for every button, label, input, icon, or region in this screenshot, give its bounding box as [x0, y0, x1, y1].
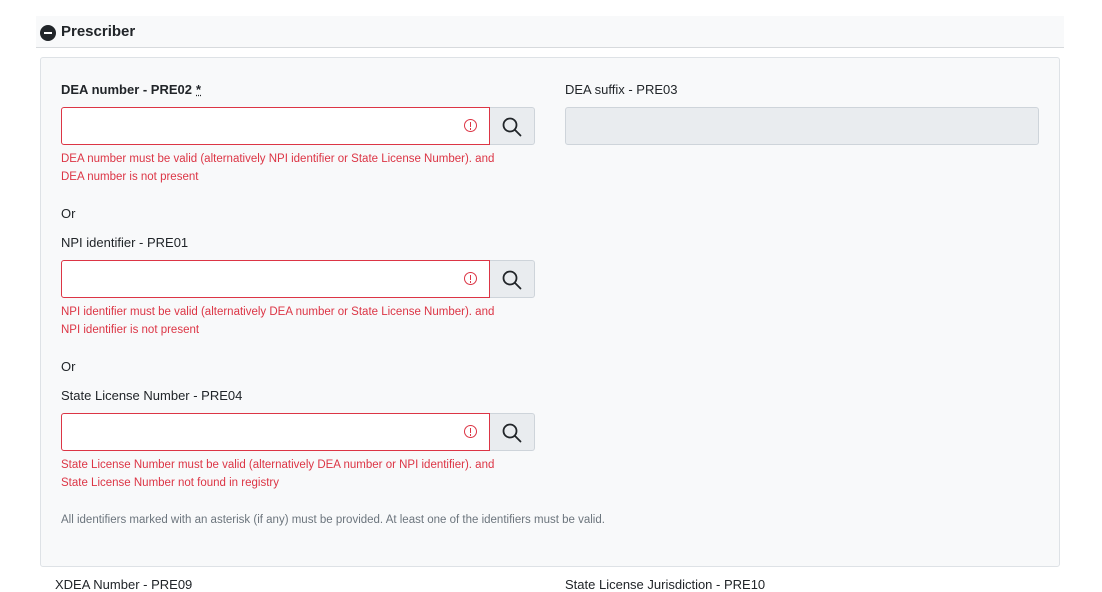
search-icon [502, 117, 522, 137]
npi-error-line-1: NPI identifier must be valid (alternativ… [61, 306, 495, 318]
npi-search-button[interactable] [490, 260, 535, 298]
npi-identifier-input[interactable] [61, 260, 490, 298]
npi-error-message: NPI identifier must be valid (alternativ… [61, 303, 531, 339]
identifiers-hint: All identifiers marked with an asterisk … [61, 514, 605, 526]
section-title: Prescriber [61, 23, 136, 40]
state-license-error-line-1: State License Number must be valid (alte… [61, 459, 495, 471]
dea-number-input[interactable] [61, 107, 490, 145]
minus-circle-icon[interactable] [40, 25, 56, 41]
state-license-search-button[interactable] [490, 413, 535, 451]
dea-search-button[interactable] [490, 107, 535, 145]
state-license-jurisdiction-label: State License Jurisdiction - PRE10 [565, 577, 766, 592]
dea-suffix-label: DEA suffix - PRE03 [565, 82, 678, 97]
state-license-label: State License Number - PRE04 [61, 388, 243, 403]
search-icon [502, 423, 522, 443]
prescriber-section-header: Prescriber [36, 16, 1064, 48]
or-separator: Or [61, 359, 76, 374]
or-separator: Or [61, 206, 76, 221]
dea-number-label-text: DEA number - PRE02 [61, 82, 192, 97]
state-license-input[interactable] [61, 413, 490, 451]
npi-identifier-label: NPI identifier - PRE01 [61, 235, 189, 250]
state-license-error-message: State License Number must be valid (alte… [61, 456, 531, 492]
dea-error-message: DEA number must be valid (alternatively … [61, 150, 531, 186]
dea-number-label: DEA number - PRE02 * [61, 82, 201, 97]
xdea-number-label: XDEA Number - PRE09 [55, 577, 193, 592]
required-mark: * [196, 82, 202, 97]
npi-error-line-2: NPI identifier is not present [61, 324, 200, 336]
dea-error-line-2: DEA number is not present [61, 171, 199, 183]
dea-error-line-1: DEA number must be valid (alternatively … [61, 153, 495, 165]
search-icon [502, 270, 522, 290]
state-license-error-line-2: State License Number not found in regist… [61, 477, 279, 489]
dea-suffix-input [565, 107, 1039, 145]
